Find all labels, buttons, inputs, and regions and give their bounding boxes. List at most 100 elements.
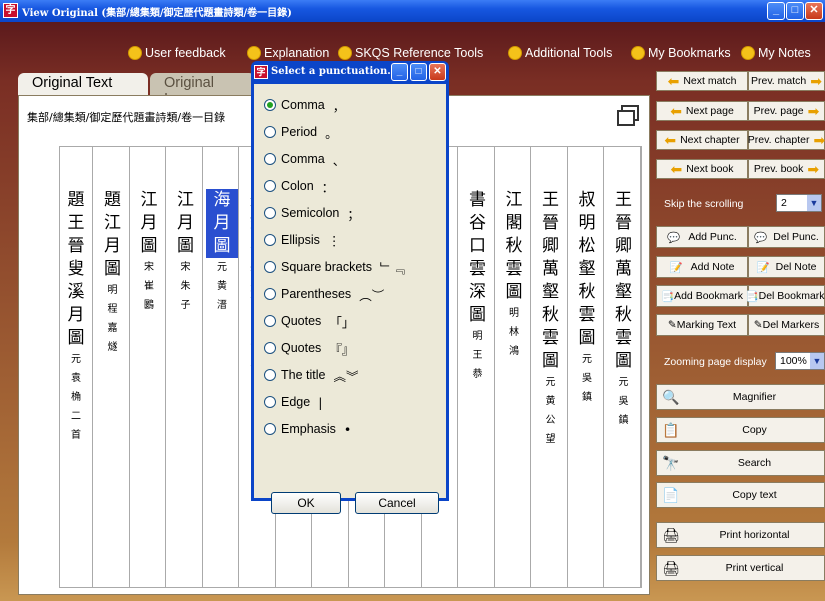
- dialog-minimize-button[interactable]: _: [391, 63, 408, 81]
- text-column[interactable]: 江月圖宋朱子: [170, 147, 203, 587]
- punctuation-option[interactable]: Parentheses ︵︶: [264, 285, 384, 303]
- text-column[interactable]: 江閣秋雲圖明林鴻: [498, 147, 531, 587]
- feedback-icon: [128, 46, 142, 60]
- button-label: Print vertical: [725, 562, 784, 574]
- column-main-text: 書谷口雲深圖: [469, 190, 486, 325]
- text-column[interactable]: 海月圖元黄溍: [206, 147, 239, 587]
- tab-original-text[interactable]: Original Text: [18, 73, 148, 95]
- search-button[interactable]: 🔭 Search: [656, 450, 825, 476]
- radio-button[interactable]: [264, 369, 276, 381]
- window-toggle-icon[interactable]: [617, 105, 639, 126]
- dialog-maximize-button[interactable]: □: [410, 63, 427, 81]
- button-label: Next chapter: [680, 134, 740, 146]
- radio-button[interactable]: [264, 99, 276, 111]
- radio-button[interactable]: [264, 342, 276, 354]
- punctuation-option[interactable]: Quotes 『』: [264, 339, 354, 357]
- prev-match-button[interactable]: Prev. match ➡: [748, 71, 825, 91]
- arrow-left-icon: ⬅: [670, 160, 683, 177]
- next-chapter-button[interactable]: ⬅ Next chapter: [656, 130, 748, 150]
- punctuation-option[interactable]: Quotes 「」: [264, 312, 354, 330]
- next-match-button[interactable]: ⬅ Next match: [656, 71, 748, 91]
- punctuation-option[interactable]: Edge |: [264, 393, 322, 411]
- option-label: Edge: [281, 395, 311, 409]
- radio-button[interactable]: [264, 288, 276, 300]
- cancel-button[interactable]: Cancel: [355, 492, 439, 514]
- close-button[interactable]: ✕: [805, 2, 823, 20]
- maximize-button[interactable]: □: [786, 2, 804, 20]
- punctuation-option[interactable]: Ellipsis ︙: [264, 231, 340, 249]
- zoom-label: Zooming page display: [664, 356, 767, 368]
- radio-button[interactable]: [264, 207, 276, 219]
- add-punc-button[interactable]: 💬 Add Punc.: [656, 226, 748, 248]
- add-note-button[interactable]: 📝 Add Note: [656, 256, 748, 278]
- button-label: Prev. page: [753, 105, 804, 117]
- text-column[interactable]: 書谷口雲深圖明王恭: [462, 147, 495, 587]
- del-punc-button[interactable]: 💬 Del Punc.: [748, 226, 825, 248]
- prev-book-button[interactable]: Prev. book ➡: [748, 159, 825, 179]
- add-bookmark-button[interactable]: 📑 Add Bookmark: [656, 285, 748, 307]
- radio-button[interactable]: [264, 261, 276, 273]
- text-column[interactable]: 江月圖宋崔鶠: [133, 147, 166, 587]
- del-markers-button[interactable]: ✎ Del Markers: [748, 314, 825, 336]
- radio-button[interactable]: [264, 315, 276, 327]
- marking-text-button[interactable]: ✎ Marking Text: [656, 314, 748, 336]
- punctuation-option[interactable]: Period 。: [264, 123, 338, 141]
- text-column[interactable]: 題王晉叟溪月圖元袁桷二首: [60, 147, 93, 587]
- option-label: Semicolon: [281, 206, 340, 220]
- dialog-close-button[interactable]: ✕: [429, 63, 446, 81]
- text-column[interactable]: 王晉卿萬壑秋雲圖元吳鎮: [608, 147, 641, 587]
- print-horizontal-button[interactable]: 🖨 Print horizontal: [656, 522, 825, 548]
- text-column[interactable]: 題江月圖明程嘉燧: [97, 147, 130, 587]
- punctuation-option[interactable]: The title ︽︾: [264, 366, 358, 384]
- magnifier-button[interactable]: 🔍 Magnifier: [656, 384, 825, 410]
- menu-additional-tools[interactable]: Additional Tools: [508, 44, 612, 62]
- text-column[interactable]: 王晉卿萬壑秋雲圖元黄公望: [535, 147, 568, 587]
- punctuation-option[interactable]: Comma 、: [264, 150, 345, 168]
- punctuation-option[interactable]: Emphasis •: [264, 420, 351, 438]
- option-label: Parentheses: [281, 287, 352, 301]
- copy-text-button[interactable]: 📄 Copy text: [656, 482, 825, 508]
- radio-button[interactable]: [264, 153, 276, 165]
- radio-button[interactable]: [264, 126, 276, 138]
- radio-button[interactable]: [264, 234, 276, 246]
- minimize-button[interactable]: _: [767, 2, 785, 20]
- menu-my-bookmarks[interactable]: My Bookmarks: [631, 44, 731, 62]
- punctuation-option[interactable]: Comma ，: [264, 96, 345, 114]
- text-column[interactable]: 叔明松壑秋雲圖元吳鎮: [571, 147, 604, 587]
- punctuation-option[interactable]: Square brackets ﹂﹃: [264, 258, 405, 276]
- marker-icon: ✎: [667, 319, 677, 331]
- print-vertical-button[interactable]: 🖨 Print vertical: [656, 555, 825, 581]
- del-bookmark-button[interactable]: 📑 Del Bookmark.: [746, 285, 825, 307]
- menu-user-feedback[interactable]: User feedback: [128, 44, 226, 62]
- skip-scrolling-select[interactable]: 2 ▼: [776, 194, 822, 212]
- copy-button[interactable]: 📋 Copy: [656, 417, 825, 443]
- dialog-title: Select a punctuation.: [271, 66, 391, 77]
- chevron-down-icon: ▼: [810, 353, 824, 369]
- dialog-title-bar[interactable]: 字 Select a punctuation. _ □ ✕: [251, 61, 449, 84]
- menu-explanation[interactable]: Explanation: [247, 44, 329, 62]
- next-page-button[interactable]: ⬅ Next page: [656, 101, 748, 121]
- prev-page-button[interactable]: Prev. page ➡: [748, 101, 825, 121]
- prev-chapter-button[interactable]: Prev. chapter ➡: [748, 130, 825, 150]
- column-main-text: 題王晉叟溪月圖: [67, 190, 85, 348]
- radio-button[interactable]: [264, 396, 276, 408]
- punctuation-glyph: 。: [325, 125, 338, 141]
- ok-button[interactable]: OK: [271, 492, 341, 514]
- radio-button[interactable]: [264, 423, 276, 435]
- punctuation-option[interactable]: Semicolon ；: [264, 204, 360, 222]
- chevron-down-icon: ▼: [807, 195, 821, 211]
- menu-skqs-reference-tools[interactable]: SKQS Reference Tools: [338, 44, 483, 62]
- punctuation-option[interactable]: Colon ：: [264, 177, 334, 195]
- radio-button[interactable]: [264, 180, 276, 192]
- del-note-button[interactable]: 📝 Del Note: [748, 256, 825, 278]
- button-label: Del Bookmark.: [758, 290, 825, 302]
- column-main-text: 江月圖: [177, 190, 194, 256]
- menu-my-notes[interactable]: My Notes: [741, 44, 811, 62]
- tab-original-image[interactable]: Original Ima: [150, 73, 255, 107]
- option-label: Comma: [281, 98, 325, 112]
- reference-icon: [338, 46, 352, 60]
- next-book-button[interactable]: ⬅ Next book: [656, 159, 748, 179]
- button-label: Copy: [742, 424, 767, 436]
- select-value: 2: [781, 197, 787, 209]
- zoom-select[interactable]: 100% ▼: [775, 352, 825, 370]
